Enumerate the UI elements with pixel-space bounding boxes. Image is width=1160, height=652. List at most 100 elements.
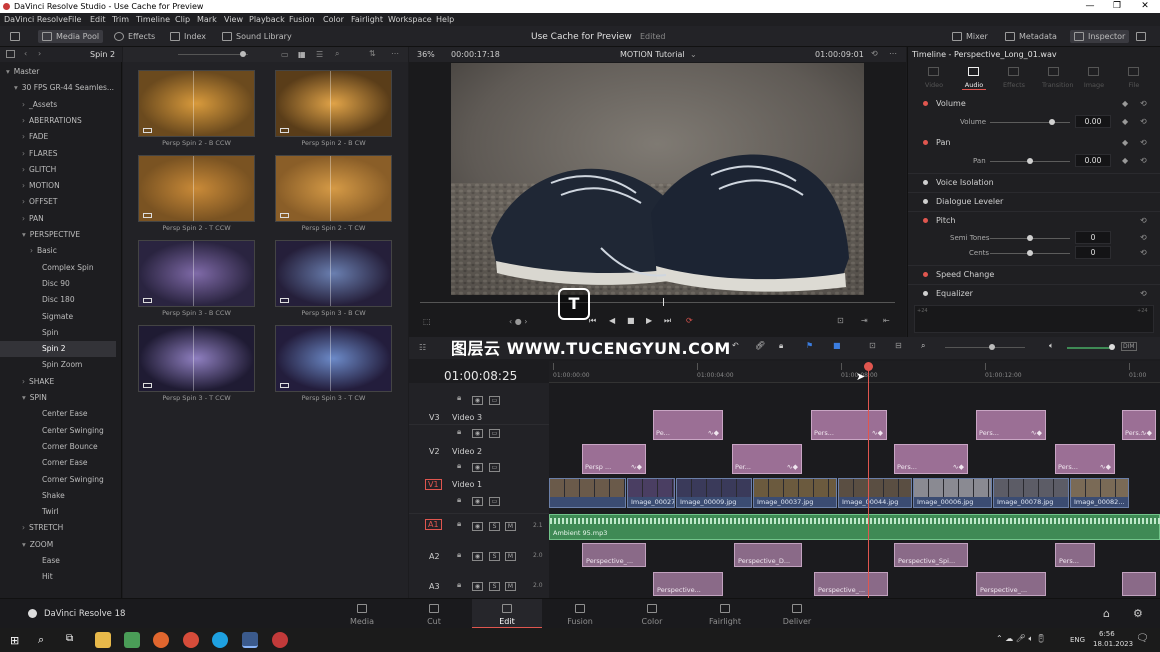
index-button[interactable]: Index	[170, 30, 206, 43]
menu-help[interactable]: Help	[436, 13, 454, 26]
master-volume-knob[interactable]	[1109, 344, 1115, 350]
play-icon[interactable]: ▶	[646, 316, 652, 325]
volume-slider[interactable]	[990, 122, 1070, 123]
bin-item[interactable]: Spin	[0, 325, 116, 341]
lock-icon[interactable]: 🔒︎	[457, 495, 461, 505]
chevron-icon[interactable]: ›	[22, 181, 25, 190]
reverse-play-icon[interactable]: ◀	[609, 316, 615, 325]
more-options-icon[interactable]: ⋯	[889, 49, 897, 58]
recorder-icon[interactable]	[272, 632, 288, 648]
track-name-v1[interactable]: Video 1	[452, 480, 482, 489]
monitor-icon[interactable]: ▭	[489, 429, 500, 438]
lock-icon[interactable]: 🔒︎	[457, 519, 461, 529]
auto-select-icon[interactable]: ◉	[472, 522, 483, 531]
detail-view-icon[interactable]: ☰	[316, 50, 323, 59]
chevron-icon[interactable]: ▾	[22, 393, 26, 402]
mute-button[interactable]: M	[505, 552, 516, 561]
audio-clip-a3[interactable]: Perspective_...	[814, 572, 888, 596]
enable-dot-icon[interactable]	[923, 199, 928, 204]
scrub-playhead[interactable]	[663, 298, 664, 306]
volume-slider-knob[interactable]	[1049, 119, 1056, 125]
chevron-icon[interactable]: ›	[22, 214, 25, 223]
calculator-icon[interactable]	[124, 632, 140, 648]
bin-item[interactable]: Twirl	[0, 504, 116, 520]
lock-icon[interactable]: 🔒︎	[457, 580, 461, 590]
menu-davinci[interactable]: DaVinci Resolve	[4, 13, 68, 26]
timeline-zoom-slider[interactable]	[945, 347, 1025, 348]
bin-item[interactable]: Center Swinging	[0, 423, 116, 439]
enable-dot-icon[interactable]	[923, 140, 928, 145]
firefox-icon[interactable]	[153, 632, 169, 648]
more-options-icon[interactable]: ⋯	[391, 49, 399, 58]
timeline-ruler[interactable]: 01:00:00:00 01:00:04:00 01:00:08:00 01:00:1…	[549, 361, 1160, 383]
auto-select-icon[interactable]: ◉	[472, 463, 483, 472]
bin-item[interactable]: › FLARES	[0, 146, 116, 162]
chevron-icon[interactable]: ›	[22, 197, 25, 206]
zoom-fit-icon[interactable]: ⊡	[869, 341, 876, 350]
menu-trim[interactable]: Trim	[112, 13, 129, 26]
chevron-icon[interactable]: ▾	[22, 230, 26, 239]
bin-item[interactable]: › SHAKE	[0, 374, 116, 390]
marker-icon[interactable]: ■	[833, 341, 841, 350]
bin-item[interactable]: › FADE	[0, 129, 116, 145]
minimize-button[interactable]: —	[1075, 0, 1105, 13]
chevron-icon[interactable]: ›	[22, 100, 25, 109]
chevron-icon[interactable]: ›	[22, 132, 25, 141]
semitones-value[interactable]: 0	[1075, 231, 1111, 244]
timeline-zoom-knob[interactable]	[989, 344, 995, 350]
home-icon[interactable]: ⌂	[1103, 607, 1110, 620]
auto-select-icon[interactable]: ◉	[472, 497, 483, 506]
reset-icon[interactable]: ⟲	[1140, 152, 1147, 170]
menu-file[interactable]: File	[68, 13, 81, 26]
maximize-button[interactable]: ❐	[1102, 0, 1132, 13]
pan-slider-knob[interactable]	[1027, 158, 1033, 164]
forward-arrow-icon[interactable]: ›	[38, 49, 41, 58]
bin-item[interactable]: Spin 2	[0, 341, 116, 358]
start-windows-icon[interactable]: ⊞	[10, 634, 19, 647]
audio-clip-a3[interactable]	[1122, 572, 1156, 596]
bin-item[interactable]: Shake	[0, 488, 116, 504]
effect-clip-v3[interactable]: Pe... ∿◆	[653, 410, 723, 440]
reset-icon[interactable]: ⟲	[1140, 285, 1147, 303]
mute-button[interactable]: M	[505, 522, 516, 531]
menu-timeline[interactable]: Timeline	[136, 13, 170, 26]
eq-graph[interactable]: +24 +24	[914, 305, 1154, 333]
sort-icon[interactable]: ⇅	[369, 49, 376, 58]
reset-icon[interactable]: ⟲	[1140, 244, 1147, 262]
page-tab-edit[interactable]: Edit	[472, 599, 542, 629]
menu-edit[interactable]: Edit	[90, 13, 106, 26]
bin-item[interactable]: Center Ease	[0, 406, 116, 422]
timeline-selector[interactable]: MOTION Tutorial	[620, 50, 685, 59]
clip-thumbnail[interactable]	[275, 325, 392, 392]
enable-dot-icon[interactable]	[923, 291, 928, 296]
bin-item[interactable]: ▾ ZOOM	[0, 537, 116, 553]
inspector-tab-effects[interactable]: Effects	[1002, 81, 1026, 89]
audio-clip-a2[interactable]: Perspective_D...	[734, 543, 802, 567]
chevron-icon[interactable]: ▾	[22, 540, 26, 549]
video-clip-v1[interactable]: Image_00078.jpg	[993, 478, 1069, 508]
davinci-resolve-taskbar-icon[interactable]	[242, 632, 258, 648]
expand-button[interactable]	[1136, 30, 1150, 43]
keyframe-icon[interactable]: ◆	[1122, 134, 1128, 152]
grid-view-icon[interactable]: ▦	[298, 50, 306, 59]
page-tab-fairlight[interactable]: Fairlight	[690, 599, 760, 629]
menu-clip[interactable]: Clip	[175, 13, 190, 26]
lock-icon[interactable]: 🔒︎	[457, 461, 461, 471]
video-clip-v1[interactable]: Image_00037.jpg	[753, 478, 837, 508]
layout-toggle[interactable]	[10, 30, 24, 43]
skip-back-icon[interactable]: ⏮	[589, 316, 596, 326]
bin-item[interactable]: Hit	[0, 569, 116, 585]
stop-icon[interactable]: ■	[627, 316, 635, 325]
bin-item[interactable]: › PAN	[0, 211, 116, 227]
audio-clip-a3[interactable]: Perspective...	[653, 572, 723, 596]
lock-icon[interactable]: 🔒︎	[457, 427, 461, 437]
pan-value[interactable]: 0.00	[1075, 154, 1111, 167]
effect-clip-v2[interactable]: Per... ∿◆	[732, 444, 802, 474]
menu-fairlight[interactable]: Fairlight	[351, 13, 383, 26]
keyframe-icon[interactable]: ◆	[1122, 113, 1128, 131]
search-icon[interactable]: ⌕	[38, 633, 44, 647]
reset-icon[interactable]: ⟲	[1140, 95, 1147, 113]
video-clip-v1[interactable]: Image_00006.jpg	[913, 478, 992, 508]
flag-icon[interactable]: ⚑	[806, 341, 813, 350]
bin-item[interactable]: Disc 180	[0, 292, 116, 308]
